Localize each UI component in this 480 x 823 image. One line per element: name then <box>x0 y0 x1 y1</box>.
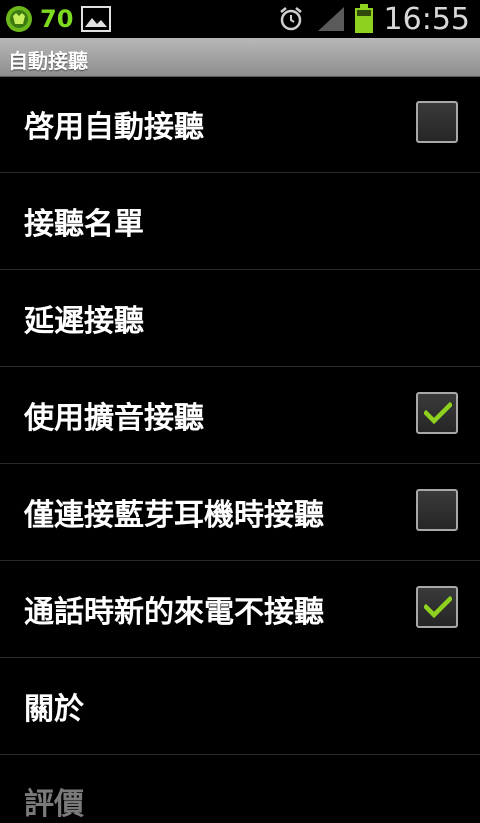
setting-label: 僅連接藍芽耳機時接聽 <box>24 498 324 533</box>
app-badge-icon <box>6 6 32 32</box>
setting-about[interactable]: 關於 <box>0 658 480 755</box>
setting-label: 使用擴音接聽 <box>24 401 204 436</box>
alarm-icon <box>279 7 302 31</box>
enable-auto-answer-checkbox[interactable] <box>416 101 458 143</box>
setting-label: 接聽名單 <box>24 207 144 242</box>
setting-answer-list[interactable]: 接聽名單 <box>0 173 480 270</box>
status-bar-system: 16:55 <box>278 1 470 37</box>
bluetooth-only-checkbox[interactable] <box>416 489 458 531</box>
setting-label: 關於 <box>24 692 84 727</box>
setting-label: 啓用自動接聽 <box>24 110 204 145</box>
clock-text: 16:55 <box>383 1 470 37</box>
setting-label: 延遲接聽 <box>24 304 144 339</box>
setting-ignore-during-call[interactable]: 通話時新的來電不接聽 <box>0 561 480 658</box>
setting-enable-auto-answer[interactable]: 啓用自動接聽 <box>0 76 480 173</box>
page-title: 自動接聽 <box>8 49 88 73</box>
setting-rate[interactable]: 評價 <box>0 755 480 822</box>
ignore-during-call-checkbox[interactable] <box>416 586 458 628</box>
status-bar-notifications: 70 <box>4 4 112 34</box>
setting-delay-answer[interactable]: 延遲接聽 <box>0 270 480 367</box>
setting-bluetooth-only[interactable]: 僅連接藍芽耳機時接聽 <box>0 464 480 561</box>
signal-icon <box>317 7 344 31</box>
battery-percent-text: 70 <box>40 5 74 33</box>
status-bar: 70 16:55 <box>0 0 480 38</box>
title-bar: 自動接聽 <box>0 38 480 77</box>
settings-list: 啓用自動接聽 接聽名單 延遲接聽 使用擴音接聽 僅連接藍芽耳機時接聽 通話時新的… <box>0 76 480 822</box>
setting-label: 通話時新的來電不接聽 <box>24 595 324 630</box>
setting-label: 評價 <box>24 787 84 822</box>
image-notification-icon <box>81 6 112 32</box>
speakerphone-answer-checkbox[interactable] <box>416 392 458 434</box>
checkmark-icon <box>424 596 452 618</box>
setting-speakerphone-answer[interactable]: 使用擴音接聽 <box>0 367 480 464</box>
checkmark-icon <box>424 402 452 424</box>
battery-icon <box>354 4 373 33</box>
